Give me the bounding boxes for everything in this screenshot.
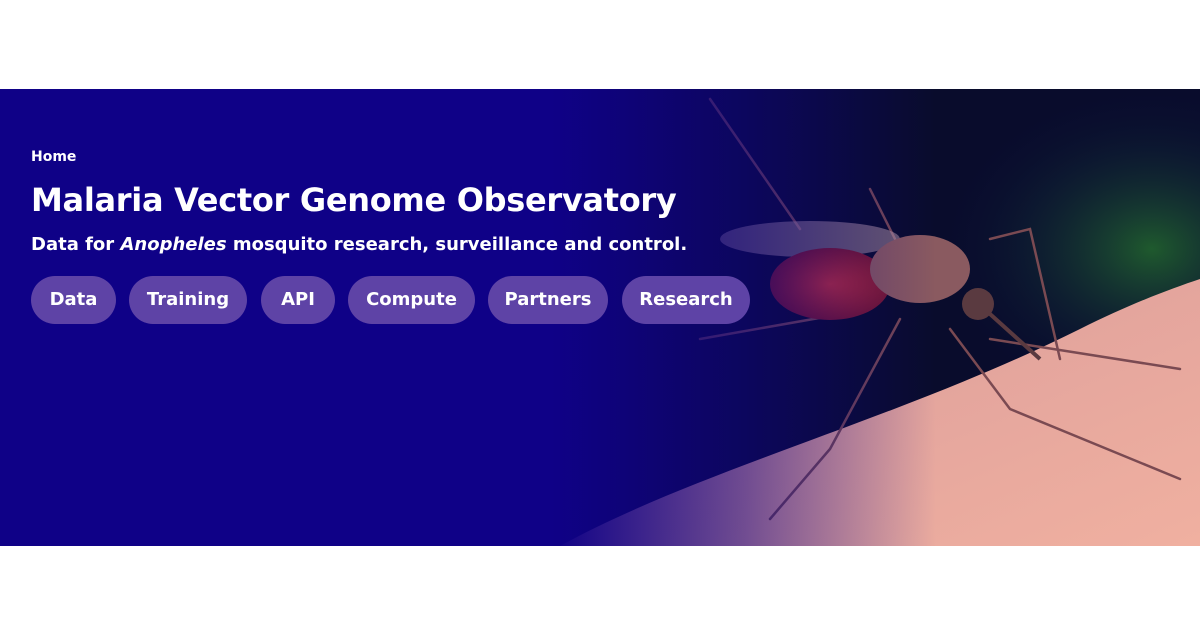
subtitle-prefix: Data for (31, 234, 121, 255)
page-subtitle: Data for Anopheles mosquito research, su… (31, 234, 687, 255)
subtitle-species: Anopheles (120, 234, 227, 255)
nav-button-research[interactable]: Research (622, 276, 750, 324)
nav-button-data[interactable]: Data (31, 276, 116, 324)
nav-button-compute[interactable]: Compute (348, 276, 475, 324)
page-title: Malaria Vector Genome Observatory (31, 181, 677, 219)
hero-banner: Home Malaria Vector Genome Observatory D… (0, 89, 1200, 546)
breadcrumb-home[interactable]: Home (31, 149, 76, 165)
nav-button-api[interactable]: API (261, 276, 335, 324)
nav-button-partners[interactable]: Partners (488, 276, 608, 324)
subtitle-suffix: mosquito research, surveillance and cont… (226, 234, 688, 255)
nav-button-training[interactable]: Training (129, 276, 247, 324)
